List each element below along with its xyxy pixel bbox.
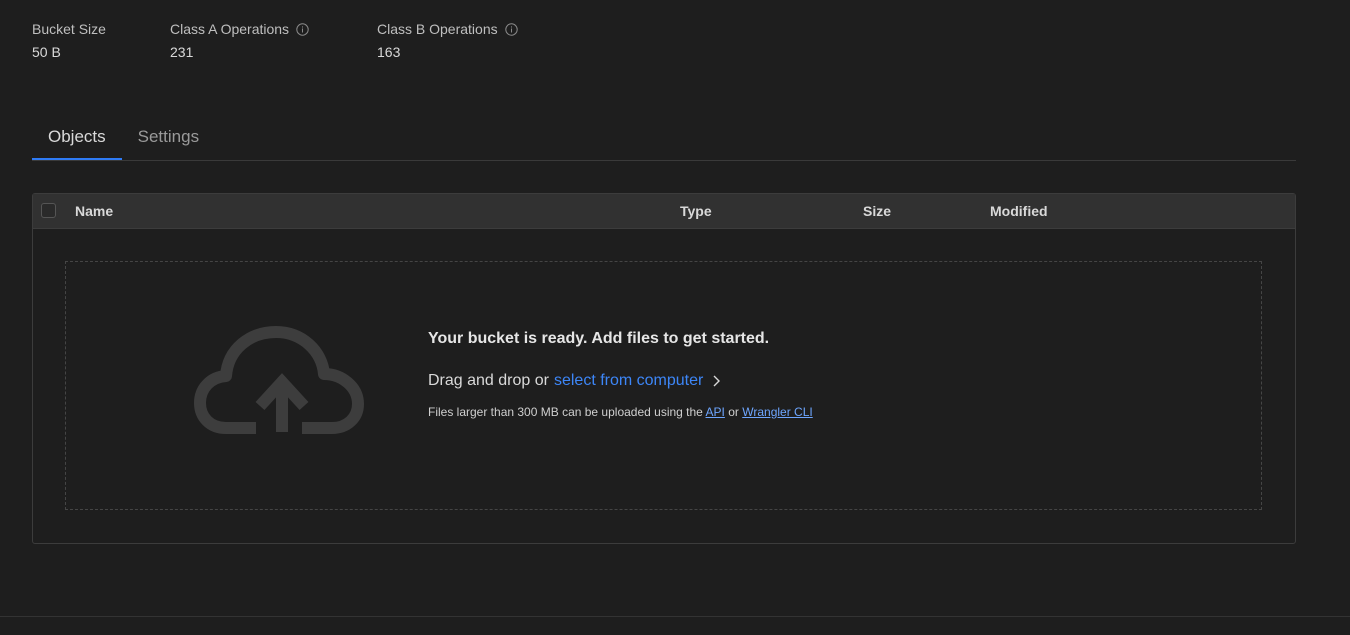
- drag-drop-line: Drag and drop or select from computer: [428, 370, 813, 392]
- cloud-upload-icon: [194, 324, 366, 436]
- wrangler-cli-link[interactable]: Wrangler CLI: [742, 405, 812, 419]
- table-header: Name Type Size Modified: [33, 194, 1295, 229]
- bucket-metrics: Bucket Size 50 B Class A Operations 231 …: [32, 19, 547, 64]
- tab-bar: Objects Settings: [32, 118, 1296, 161]
- metric-value: 231: [170, 44, 194, 60]
- objects-table: Name Type Size Modified Your bucket is r…: [32, 193, 1296, 544]
- drag-drop-text: Drag and drop or: [428, 372, 549, 389]
- column-header-name[interactable]: Name: [75, 194, 113, 228]
- bucket-objects-page: Bucket Size 50 B Class A Operations 231 …: [0, 0, 1350, 635]
- metric-label: Class B Operations: [377, 21, 498, 37]
- info-icon[interactable]: [296, 22, 309, 36]
- info-icon[interactable]: [504, 22, 518, 36]
- upload-dropzone[interactable]: Your bucket is ready. Add files to get s…: [65, 261, 1262, 510]
- select-from-computer-link[interactable]: select from computer: [554, 372, 703, 390]
- column-header-type[interactable]: Type: [680, 194, 712, 228]
- note-or-text: or: [728, 405, 739, 419]
- column-header-size[interactable]: Size: [863, 194, 891, 228]
- metric-value: 163: [377, 44, 401, 60]
- tab-objects[interactable]: Objects: [32, 118, 122, 160]
- metric-class-a-operations: Class A Operations 231: [170, 19, 377, 64]
- metric-label: Class A Operations: [170, 21, 290, 37]
- note-text: Files larger than 300 MB can be uploaded…: [428, 405, 703, 419]
- api-link[interactable]: API: [706, 405, 725, 419]
- empty-state-text: Your bucket is ready. Add files to get s…: [428, 330, 813, 419]
- metric-value: 50 B: [32, 44, 61, 60]
- select-all-checkbox[interactable]: [41, 203, 56, 218]
- tab-settings[interactable]: Settings: [122, 118, 215, 160]
- footer-divider: [0, 616, 1350, 617]
- column-header-modified[interactable]: Modified: [990, 194, 1048, 228]
- metric-class-b-operations: Class B Operations 163: [377, 19, 547, 64]
- metric-bucket-size: Bucket Size 50 B: [32, 19, 170, 64]
- empty-state-title: Your bucket is ready. Add files to get s…: [428, 330, 770, 347]
- upload-size-note: Files larger than 300 MB can be uploaded…: [428, 405, 813, 419]
- chevron-right-icon[interactable]: [712, 374, 721, 388]
- metric-label: Bucket Size: [32, 21, 106, 37]
